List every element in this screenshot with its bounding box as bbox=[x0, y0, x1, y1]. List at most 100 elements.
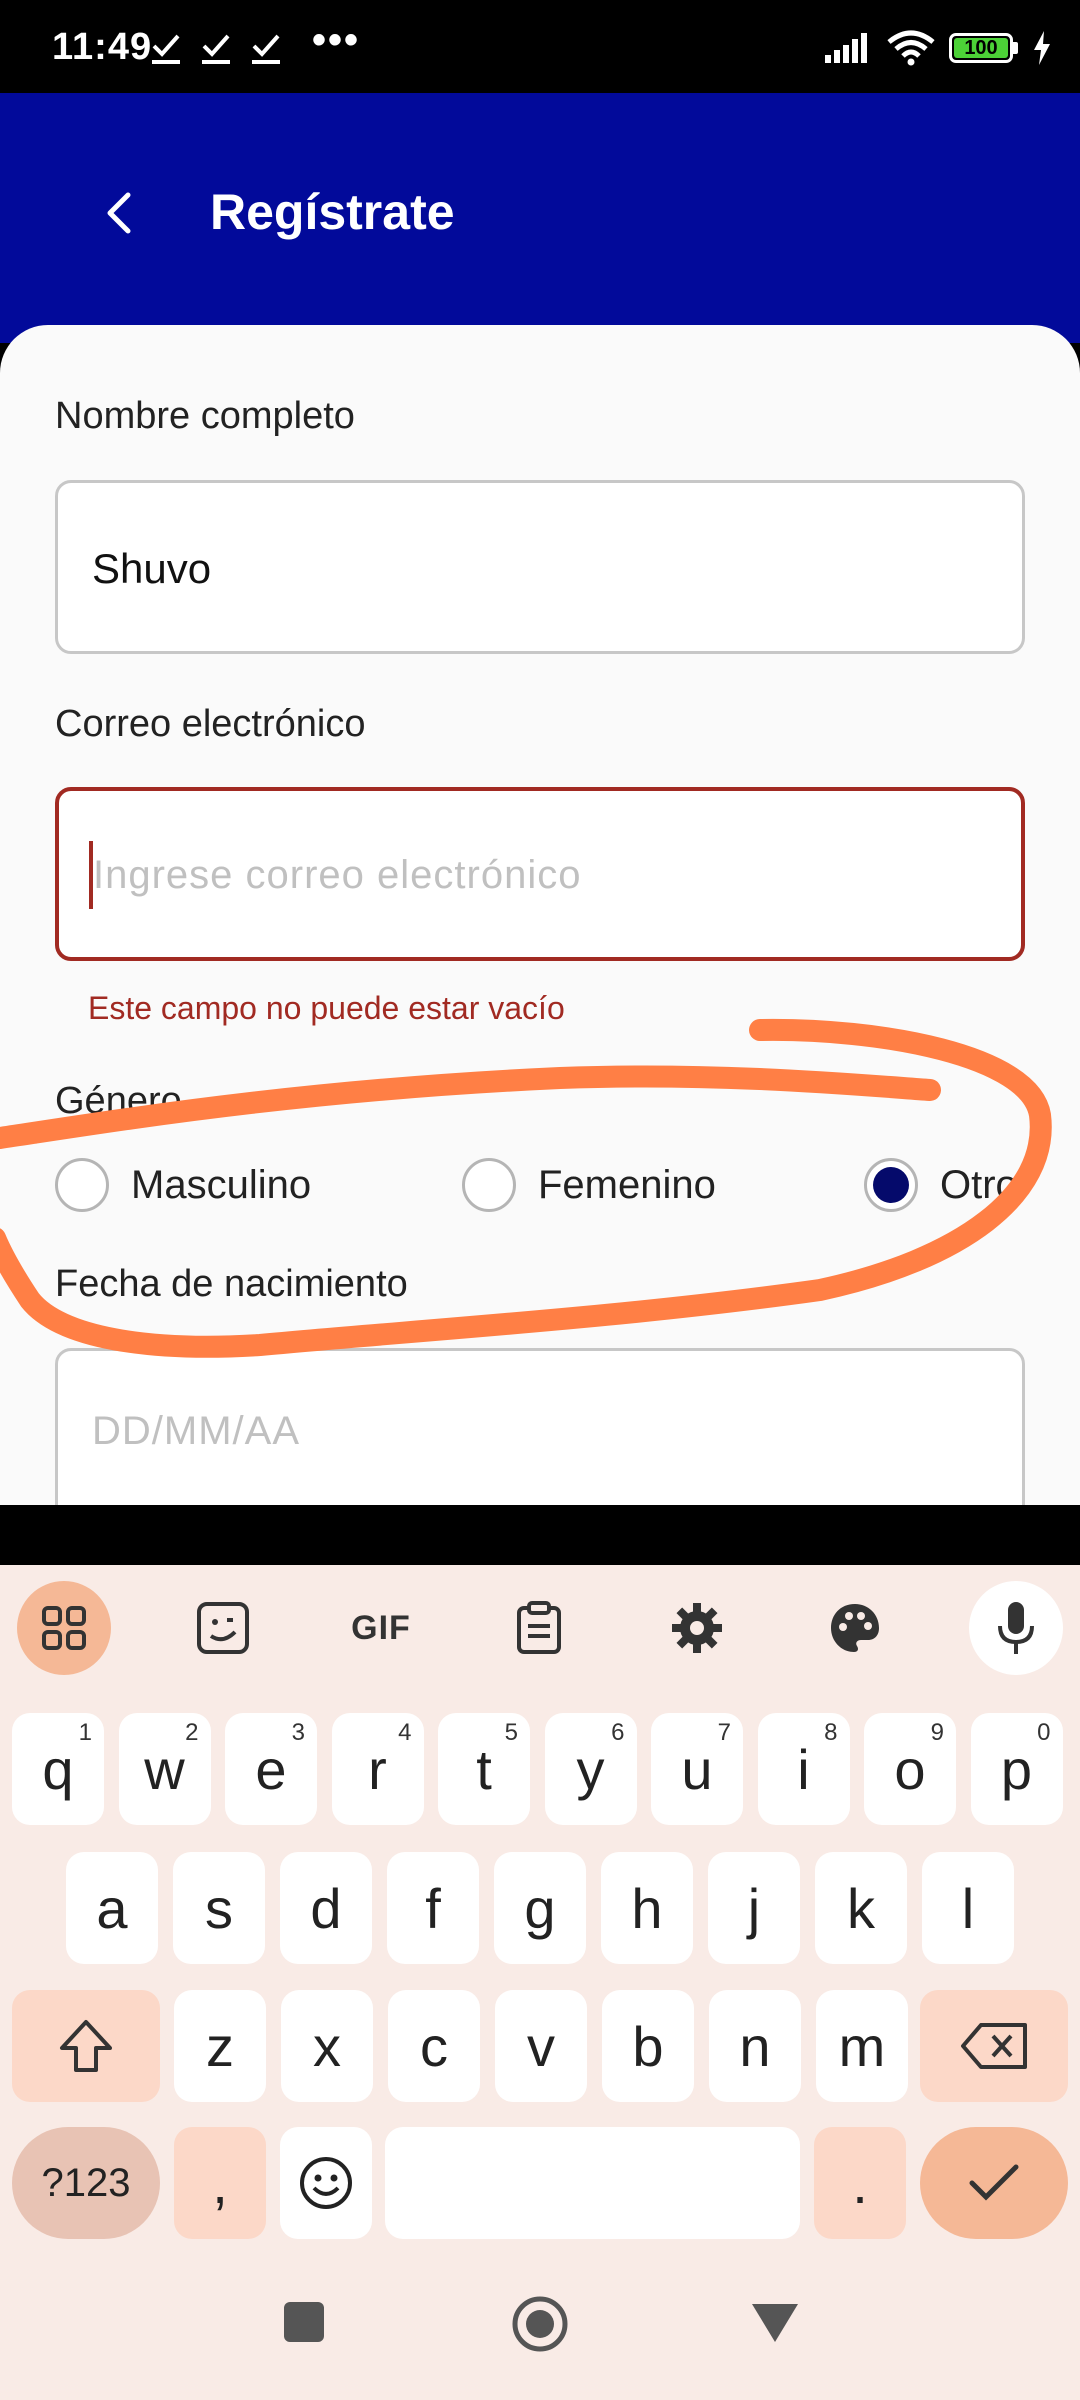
battery-level: 100 bbox=[964, 36, 998, 59]
gender-option-label: Femenino bbox=[538, 1162, 716, 1207]
key-q[interactable]: q1 bbox=[12, 1713, 104, 1825]
gender-option-label: Otro bbox=[940, 1162, 1018, 1207]
gender-label: Género bbox=[55, 1080, 182, 1122]
recents-square-icon[interactable] bbox=[282, 2300, 326, 2344]
home-circle-icon[interactable] bbox=[510, 2294, 570, 2354]
key-hint: 8 bbox=[824, 1719, 838, 1746]
name-label: Nombre completo bbox=[55, 395, 355, 437]
key-m[interactable]: m bbox=[816, 1990, 908, 2102]
key-y[interactable]: y6 bbox=[544, 1713, 637, 1825]
key-label: i bbox=[797, 1737, 810, 1801]
gif-button[interactable]: GIF bbox=[334, 1581, 428, 1675]
radio-button[interactable] bbox=[55, 1158, 109, 1212]
key-f[interactable]: f bbox=[387, 1852, 479, 1964]
battery-icon: 100 bbox=[949, 33, 1013, 63]
keyboard-toolbar: GIF bbox=[0, 1565, 1080, 1685]
key-hint: 0 bbox=[1037, 1719, 1051, 1746]
period-key[interactable]: . bbox=[814, 2127, 906, 2239]
key-l[interactable]: l bbox=[922, 1852, 1014, 1964]
key-u[interactable]: u7 bbox=[651, 1713, 743, 1825]
key-s[interactable]: s bbox=[173, 1852, 265, 1964]
key-r[interactable]: r4 bbox=[331, 1713, 424, 1825]
key-h[interactable]: h bbox=[601, 1852, 693, 1964]
check-notification-icon bbox=[202, 34, 230, 64]
gender-option-label: Masculino bbox=[131, 1162, 312, 1207]
email-field[interactable]: Ingrese correo electrónico bbox=[55, 787, 1025, 961]
radio-button[interactable] bbox=[462, 1158, 516, 1212]
more-notifications-icon: ••• bbox=[312, 18, 361, 62]
key-hint: 3 bbox=[291, 1719, 305, 1746]
emoji-icon bbox=[300, 2157, 352, 2209]
gender-option-otro[interactable]: Otro bbox=[864, 1158, 1080, 1212]
done-key[interactable] bbox=[920, 2127, 1068, 2239]
key-hint: 6 bbox=[611, 1719, 625, 1746]
sticker-icon[interactable] bbox=[176, 1581, 270, 1675]
emoji-key[interactable] bbox=[280, 2127, 372, 2239]
key-p[interactable]: p0 bbox=[970, 1713, 1063, 1825]
key-hint: 5 bbox=[504, 1719, 518, 1746]
key-hint: 9 bbox=[930, 1719, 944, 1746]
check-notification-icon bbox=[152, 34, 180, 64]
key-a[interactable]: a bbox=[66, 1852, 158, 1964]
key-hint: 7 bbox=[717, 1719, 731, 1746]
radio-button-selected[interactable] bbox=[864, 1158, 918, 1212]
shift-key[interactable] bbox=[12, 1990, 160, 2102]
comma-key[interactable]: , bbox=[174, 2127, 266, 2239]
key-w[interactable]: w2 bbox=[118, 1713, 211, 1825]
status-bar: 11:49 ••• 100 bbox=[0, 0, 1080, 93]
registration-form: Nombre completo Shuvo Correo electrónico… bbox=[0, 325, 1080, 1505]
key-d[interactable]: d bbox=[280, 1852, 372, 1964]
signal-icon bbox=[825, 33, 867, 63]
key-c[interactable]: c bbox=[388, 1990, 480, 2102]
key-v[interactable]: v bbox=[495, 1990, 587, 2102]
status-time: 11:49 bbox=[52, 26, 153, 68]
key-hint: 2 bbox=[185, 1719, 199, 1746]
backspace-key[interactable] bbox=[920, 1990, 1068, 2102]
key-label: q bbox=[42, 1737, 74, 1801]
soft-keyboard: GIF q 1 w 2 e 3 r 4 t 5 y 6 u 7 i 8 o 9 … bbox=[0, 1565, 1080, 2400]
wifi-icon bbox=[887, 30, 935, 66]
email-error-message: Este campo no puede estar vacío bbox=[88, 990, 565, 1026]
gender-option-masculino[interactable]: Masculino bbox=[55, 1158, 311, 1212]
key-e[interactable]: e3 bbox=[225, 1713, 317, 1825]
key-k[interactable]: k bbox=[815, 1852, 907, 1964]
dob-label: Fecha de nacimiento bbox=[55, 1263, 408, 1305]
key-label: w bbox=[144, 1737, 185, 1801]
key-x[interactable]: x bbox=[281, 1990, 373, 2102]
key-i[interactable]: i8 bbox=[757, 1713, 850, 1825]
key-g[interactable]: g bbox=[494, 1852, 586, 1964]
key-label: o bbox=[894, 1737, 926, 1801]
back-arrow-icon[interactable] bbox=[90, 183, 150, 243]
key-label: y bbox=[576, 1737, 605, 1801]
back-triangle-icon[interactable] bbox=[750, 2302, 800, 2344]
name-field[interactable]: Shuvo bbox=[55, 480, 1025, 654]
dob-field[interactable]: DD/MM/AA bbox=[55, 1348, 1025, 1505]
microphone-icon[interactable] bbox=[969, 1581, 1063, 1675]
key-t[interactable]: t5 bbox=[438, 1713, 530, 1825]
key-label: e bbox=[255, 1737, 287, 1801]
navigation-bar bbox=[0, 2270, 1080, 2400]
charging-icon bbox=[1034, 31, 1050, 65]
palette-icon[interactable] bbox=[808, 1581, 902, 1675]
key-label: p bbox=[1000, 1737, 1033, 1801]
key-j[interactable]: j bbox=[708, 1852, 800, 1964]
notification-icons bbox=[150, 30, 282, 66]
name-value: Shuvo bbox=[92, 545, 212, 592]
key-o[interactable]: o9 bbox=[864, 1713, 956, 1825]
key-n[interactable]: n bbox=[709, 1990, 801, 2102]
dob-placeholder: DD/MM/AA bbox=[92, 1409, 300, 1453]
apps-grid-icon[interactable] bbox=[17, 1581, 111, 1675]
space-key[interactable] bbox=[385, 2127, 800, 2239]
key-label: t bbox=[476, 1737, 492, 1801]
page-title: Regístrate bbox=[210, 184, 455, 240]
gender-option-femenino[interactable]: Femenino bbox=[462, 1158, 716, 1212]
key-label: u bbox=[681, 1737, 713, 1801]
clipboard-icon[interactable] bbox=[492, 1581, 586, 1675]
key-b[interactable]: b bbox=[602, 1990, 694, 2102]
key-z[interactable]: z bbox=[174, 1990, 266, 2102]
check-notification-icon bbox=[252, 34, 280, 64]
key-hint: 4 bbox=[398, 1719, 412, 1746]
symbols-key[interactable]: ?123 bbox=[12, 2127, 160, 2239]
settings-gear-icon[interactable] bbox=[650, 1581, 744, 1675]
email-placeholder: Ingrese correo electrónico bbox=[93, 853, 582, 897]
